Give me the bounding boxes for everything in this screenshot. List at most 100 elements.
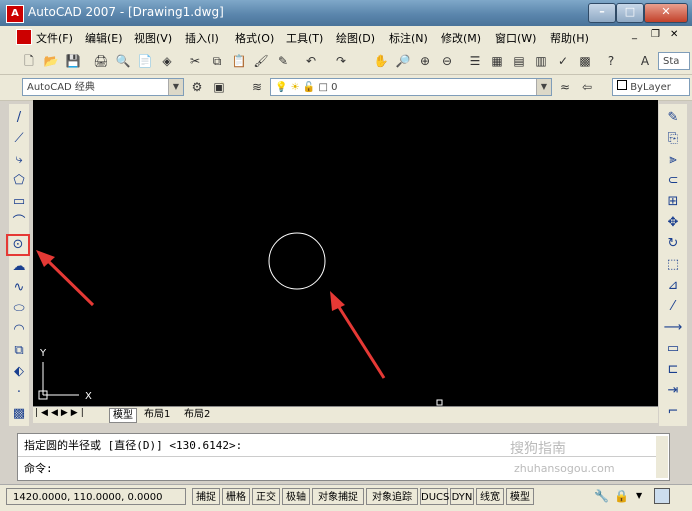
copy-icon[interactable]: ⧉: [208, 52, 226, 70]
mirror-icon[interactable]: ⫸: [663, 150, 683, 170]
autocad-logo-icon[interactable]: A: [6, 5, 24, 23]
workspace-settings-icon[interactable]: ⚙: [188, 78, 206, 96]
clean-screen-icon[interactable]: [654, 488, 670, 504]
drawn-circle[interactable]: [268, 232, 326, 290]
menu-file[interactable]: 文件(F): [36, 30, 73, 46]
menu-view[interactable]: 视图(V): [134, 30, 172, 46]
spline-icon[interactable]: ∿: [9, 278, 29, 298]
line-icon[interactable]: /: [9, 108, 29, 128]
rotate-icon[interactable]: ↻: [663, 234, 683, 254]
menu-modify[interactable]: 修改(M): [441, 30, 481, 46]
layer-previous-icon[interactable]: ⇦: [578, 78, 596, 96]
tab-layout2[interactable]: 布局2: [181, 408, 213, 421]
offset-icon[interactable]: ⊂: [663, 171, 683, 191]
fillet-icon[interactable]: ⌐: [663, 402, 683, 422]
status-menu-chevron-icon[interactable]: ▼: [636, 491, 642, 500]
menu-insert[interactable]: 插入(I): [185, 30, 219, 46]
text-style-icon[interactable]: A: [636, 52, 654, 70]
insert-block-icon[interactable]: ⧉: [9, 341, 29, 361]
text-style-combo[interactable]: Sta: [658, 52, 690, 70]
make-current-layer-icon[interactable]: ≈: [556, 78, 574, 96]
command-prompt[interactable]: 命令:: [24, 460, 53, 476]
print-preview-icon[interactable]: 🔍: [114, 52, 132, 70]
menu-tools[interactable]: 工具(T): [286, 30, 323, 46]
tab-layout1[interactable]: 布局1: [141, 408, 173, 421]
lineweight-toggle[interactable]: 线宽: [476, 488, 504, 505]
paste-icon[interactable]: 📋: [230, 52, 248, 70]
make-block-icon[interactable]: ⬖: [9, 362, 29, 382]
array-icon[interactable]: ⊞: [663, 192, 683, 212]
cut-icon[interactable]: ✂: [186, 52, 204, 70]
osnap-toggle[interactable]: 对象捕捉: [312, 488, 364, 505]
move-icon[interactable]: ✥: [663, 213, 683, 233]
markup-icon[interactable]: ✓: [554, 52, 572, 70]
save-icon[interactable]: 💾: [64, 52, 82, 70]
dyn-toggle[interactable]: DYN: [450, 488, 474, 505]
extend-icon[interactable]: ⟶: [663, 318, 683, 338]
menu-draw[interactable]: 绘图(D): [336, 30, 375, 46]
chevron-down-icon[interactable]: ▼: [536, 79, 551, 95]
scale-icon[interactable]: ⬚: [663, 255, 683, 275]
drawing-canvas[interactable]: Y X: [33, 100, 658, 406]
maximize-button[interactable]: □: [616, 3, 644, 23]
undo-icon[interactable]: ↶: [302, 52, 320, 70]
chamfer-icon[interactable]: ⇥: [663, 381, 683, 401]
snap-toggle[interactable]: 捕捉: [192, 488, 220, 505]
ellipse-icon[interactable]: ⬭: [9, 299, 29, 319]
menu-help[interactable]: 帮助(H): [550, 30, 589, 46]
sheet-set-icon[interactable]: ▥: [532, 52, 550, 70]
tab-model[interactable]: 模型: [109, 408, 137, 423]
ducs-toggle[interactable]: DUCS: [420, 488, 449, 505]
help-icon[interactable]: ?: [602, 52, 620, 70]
lock-toolbar-icon[interactable]: 🔒: [614, 489, 629, 503]
match-properties-icon[interactable]: 🖌: [252, 52, 270, 70]
document-icon[interactable]: [16, 29, 32, 45]
doc-close-icon[interactable]: ✕: [670, 29, 678, 40]
command-window[interactable]: 指定圆的半径或 [直径(D)] <130.6142>: 命令: 搜狗指南 zhu…: [17, 433, 670, 481]
otrack-toggle[interactable]: 对象追踪: [366, 488, 418, 505]
arc-icon[interactable]: ⌒: [9, 213, 29, 233]
model-toggle[interactable]: 模型: [506, 488, 534, 505]
print-icon[interactable]: 🖨: [92, 52, 110, 70]
color-control[interactable]: ByLayer: [612, 78, 690, 96]
zoom-previous-icon[interactable]: ⊖: [438, 52, 456, 70]
chevron-down-icon[interactable]: ▼: [168, 79, 183, 95]
3d-dwf-icon[interactable]: ◈: [158, 52, 176, 70]
menu-window[interactable]: 窗口(W): [495, 30, 536, 46]
ellipse-arc-icon[interactable]: ◠: [9, 320, 29, 340]
layer-properties-icon[interactable]: ≋: [248, 78, 266, 96]
menu-format[interactable]: 格式(O): [235, 30, 274, 46]
construction-line-icon[interactable]: ⟋: [9, 129, 29, 149]
block-editor-icon[interactable]: ✎: [274, 52, 292, 70]
pan-icon[interactable]: ✋: [372, 52, 390, 70]
stretch-icon[interactable]: ⊿: [663, 276, 683, 296]
point-icon[interactable]: ·: [9, 383, 29, 403]
open-icon[interactable]: 📂: [42, 52, 60, 70]
erase-icon[interactable]: ✎: [663, 108, 683, 128]
command-scrollbar[interactable]: [656, 436, 668, 478]
redo-icon[interactable]: ↷: [332, 52, 350, 70]
properties-icon[interactable]: ☰: [466, 52, 484, 70]
zoom-window-icon[interactable]: ⊕: [416, 52, 434, 70]
copy-object-icon[interactable]: ⎘: [663, 129, 683, 149]
tab-nav-arrows-icon[interactable]: |◀◀▶▶|: [35, 408, 87, 418]
polygon-icon[interactable]: ⬠: [9, 171, 29, 191]
calculator-icon[interactable]: ▩: [576, 52, 594, 70]
communication-center-icon[interactable]: 🔧: [594, 489, 609, 503]
grid-toggle[interactable]: 栅格: [222, 488, 250, 505]
menu-dimension[interactable]: 标注(N): [389, 30, 428, 46]
doc-restore-icon[interactable]: ❐: [651, 29, 660, 40]
join-icon[interactable]: ⊏: [663, 360, 683, 380]
minimize-button[interactable]: –: [588, 3, 616, 23]
close-button[interactable]: ✕: [644, 3, 688, 23]
polar-toggle[interactable]: 极轴: [282, 488, 310, 505]
rectangle-icon[interactable]: ▭: [9, 192, 29, 212]
new-icon[interactable]: 🗋: [20, 52, 38, 70]
break-icon[interactable]: ▭: [663, 339, 683, 359]
menu-edit[interactable]: 编辑(E): [85, 30, 123, 46]
trim-icon[interactable]: ⁄: [663, 297, 683, 317]
publish-icon[interactable]: 📄: [136, 52, 154, 70]
hatch-icon[interactable]: ▩: [9, 404, 29, 424]
doc-minimize-icon[interactable]: _: [632, 29, 637, 40]
tool-palettes-icon[interactable]: ▤: [510, 52, 528, 70]
